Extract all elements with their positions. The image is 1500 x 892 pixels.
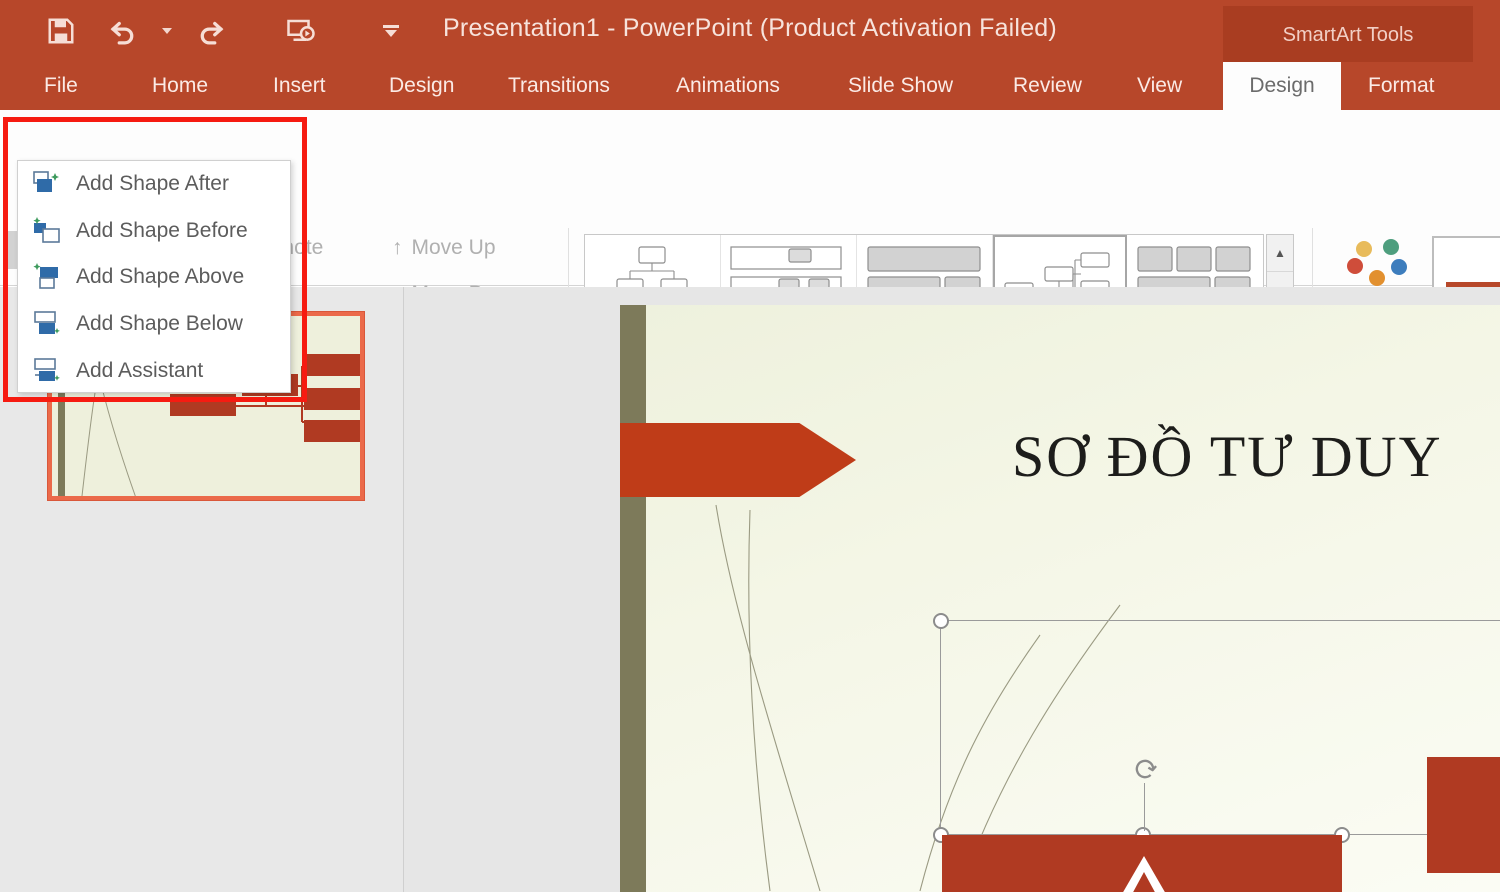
rotation-handle-stem <box>1144 783 1145 831</box>
powerpoint-window: Presentation1 - PowerPoint (Product Acti… <box>0 0 1500 892</box>
menu-item-label: Add Shape After <box>76 172 229 196</box>
add-shape-before-icon <box>32 216 62 246</box>
tab-smartart-design[interactable]: Design <box>1223 62 1341 110</box>
tab-home[interactable]: Home <box>144 62 216 110</box>
title-bar: Presentation1 - PowerPoint (Product Acti… <box>0 0 1500 62</box>
add-shape-after-icon <box>32 169 62 199</box>
tab-transitions[interactable]: Transitions <box>500 62 618 110</box>
ribbon-tab-strip: File Home Insert Design Transitions Anim… <box>0 62 1500 110</box>
contextual-tab-group-label: SmartArt Tools <box>1223 6 1473 62</box>
resize-handle-top-left[interactable] <box>933 613 949 629</box>
tab-file[interactable]: File <box>36 62 86 110</box>
menu-item-add-assistant[interactable]: Add Assistant <box>18 347 290 394</box>
menu-item-add-shape-below[interactable]: Add Shape Below <box>18 301 290 348</box>
tab-insert[interactable]: Insert <box>265 62 334 110</box>
move-up-label: Move Up <box>411 236 496 259</box>
tab-animations[interactable]: Animations <box>668 62 788 110</box>
tab-design[interactable]: Design <box>381 62 462 110</box>
menu-item-label: Add Shape Below <box>76 312 243 336</box>
menu-item-label: Add Shape Above <box>76 265 245 289</box>
smartart-shape-chevron-inner <box>1131 872 1157 892</box>
color-palette-icon <box>1332 236 1428 288</box>
add-shape-above-icon <box>32 262 62 292</box>
tab-slide-show[interactable]: Slide Show <box>840 62 961 110</box>
arrow-up-icon: ↑ <box>392 236 403 259</box>
menu-item-add-shape-above[interactable]: Add Shape Above <box>18 254 290 301</box>
menu-item-label: Add Shape Before <box>76 218 248 242</box>
menu-item-add-shape-after[interactable]: Add Shape After <box>18 161 290 208</box>
tab-view[interactable]: View <box>1129 62 1190 110</box>
add-assistant-icon <box>32 356 62 386</box>
gallery-scroll-up-icon[interactable]: ▲ <box>1267 235 1293 272</box>
tab-review[interactable]: Review <box>1005 62 1090 110</box>
add-shape-below-icon <box>32 309 62 339</box>
menu-item-add-shape-before[interactable]: Add Shape Before <box>18 208 290 255</box>
smartart-shape-right[interactable] <box>1427 757 1500 873</box>
move-up-command[interactable]: ↑ Move Up <box>392 236 496 260</box>
tab-smartart-format[interactable]: Format <box>1360 62 1443 110</box>
menu-item-label: Add Assistant <box>76 358 204 382</box>
rotate-icon[interactable] <box>1131 755 1159 783</box>
add-shape-menu[interactable]: Add Shape After Add Shape Before Add Sha… <box>17 160 291 393</box>
smartart-selection-frame <box>940 620 1500 835</box>
